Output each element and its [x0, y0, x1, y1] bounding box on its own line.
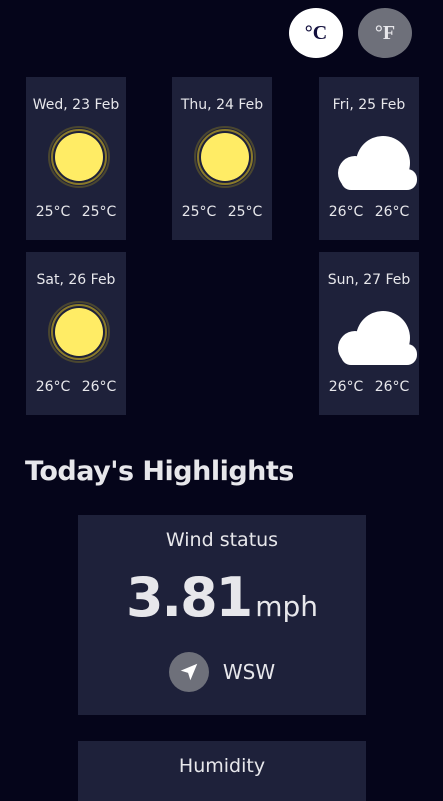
wind-status-title: Wind status: [165, 529, 279, 551]
cloud-icon: [338, 311, 417, 365]
forecast-temps: 26°C 26°C: [26, 379, 126, 395]
navigation-arrow-icon: [168, 652, 209, 692]
forecast-day-card: Wed, 23 Feb 25°C 25°C: [26, 77, 126, 240]
wind-direction-label: WSW: [222, 660, 276, 684]
fahrenheit-toggle-button[interactable]: °F: [358, 8, 412, 58]
forecast-temps: 25°C 25°C: [26, 204, 126, 220]
humidity-title: Humidity: [178, 755, 266, 777]
forecast-date: Sun, 27 Feb: [327, 272, 411, 288]
forecast-date: Fri, 25 Feb: [332, 97, 406, 113]
forecast-day-card: Sat, 26 Feb 26°C 26°C: [26, 252, 126, 415]
highlights-heading: Today's Highlights: [25, 456, 294, 487]
forecast-temps: 26°C 26°C: [319, 204, 419, 220]
forecast-temp-max: 26°C: [328, 204, 364, 220]
wind-speed-unit: mph: [255, 590, 319, 623]
forecast-temps: 25°C 25°C: [172, 204, 272, 220]
forecast-temp-min: 26°C: [374, 379, 410, 395]
forecast-temp-min: 26°C: [374, 204, 410, 220]
forecast-temp-max: 26°C: [328, 379, 364, 395]
forecast-date: Sat, 26 Feb: [36, 272, 116, 288]
forecast-temp-min: 25°C: [81, 204, 117, 220]
forecast-temp-max: 25°C: [181, 204, 217, 220]
forecast-date: Thu, 24 Feb: [180, 97, 264, 113]
forecast-date: Wed, 23 Feb: [32, 97, 120, 113]
cloud-icon: [338, 136, 417, 190]
sun-icon: [194, 126, 256, 188]
sun-icon: [48, 301, 110, 363]
forecast-day-card: Sun, 27 Feb 26°C 26°C: [319, 252, 419, 415]
wind-direction-row: WSW: [78, 652, 366, 692]
forecast-temp-min: 25°C: [227, 204, 263, 220]
wind-speed-value: 3.81: [125, 566, 253, 629]
forecast-temp-min: 26°C: [81, 379, 117, 395]
forecast-day-card: Thu, 24 Feb 25°C 25°C: [172, 77, 272, 240]
humidity-card: Humidity: [78, 741, 366, 801]
forecast-temps: 26°C 26°C: [319, 379, 419, 395]
forecast-day-card: Fri, 25 Feb 26°C 26°C: [319, 77, 419, 240]
sun-icon: [48, 126, 110, 188]
celsius-toggle-button[interactable]: °C: [289, 8, 343, 58]
forecast-temp-max: 25°C: [35, 204, 71, 220]
forecast-temp-max: 26°C: [35, 379, 71, 395]
wind-value-row: 3.81 mph: [78, 566, 366, 629]
